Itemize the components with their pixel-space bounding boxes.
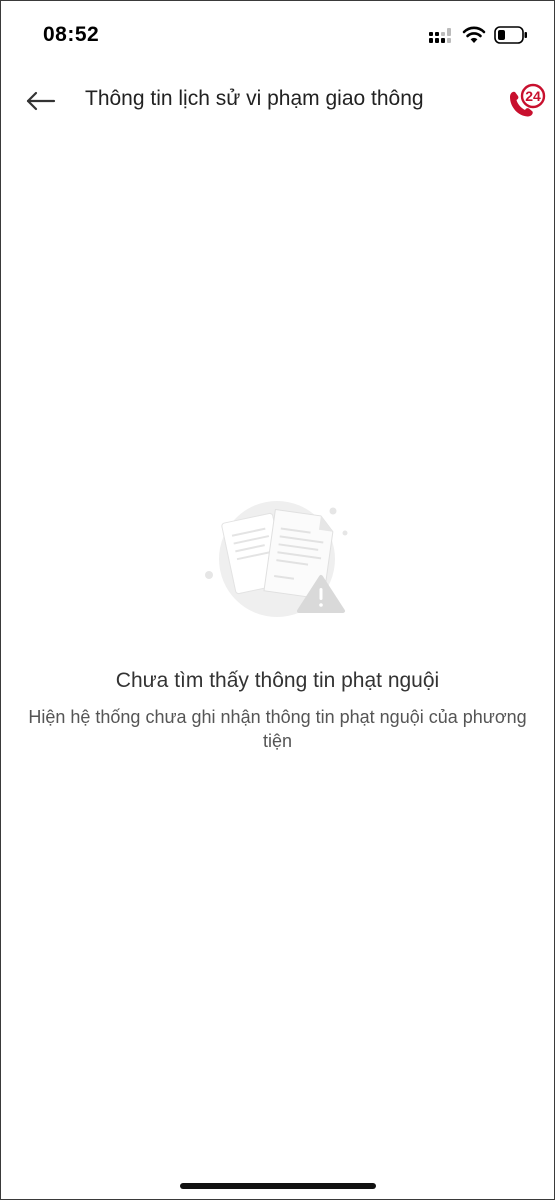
app-header: Thông tin lịch sử vi phạm giao thông 24 [1, 71, 554, 131]
documents-warning-icon [205, 501, 348, 617]
home-indicator[interactable] [180, 1183, 376, 1189]
wifi-icon [462, 26, 486, 43]
empty-state-title: Chưa tìm thấy thông tin phạt nguội [115, 669, 440, 692]
page-title: Thông tin lịch sử vi phạm giao thông [85, 87, 424, 110]
arrow-left-icon [26, 91, 56, 111]
status-bar: 08:52 [1, 1, 554, 71]
screen: 08:52 Thông tin lịch sử vi phạm giao thô… [0, 0, 555, 1200]
phone-24-icon: 24 [510, 83, 546, 117]
hotline-badge-text: 24 [525, 88, 541, 104]
status-time: 08:52 [43, 23, 100, 46]
back-button[interactable] [21, 83, 61, 119]
empty-state-description: Hiện hệ thống chưa ghi nhận thông tin ph… [28, 707, 527, 751]
hotline-24-button[interactable]: 24 [504, 83, 548, 123]
cellular-signal-icon [429, 28, 451, 43]
battery-icon [494, 26, 527, 44]
